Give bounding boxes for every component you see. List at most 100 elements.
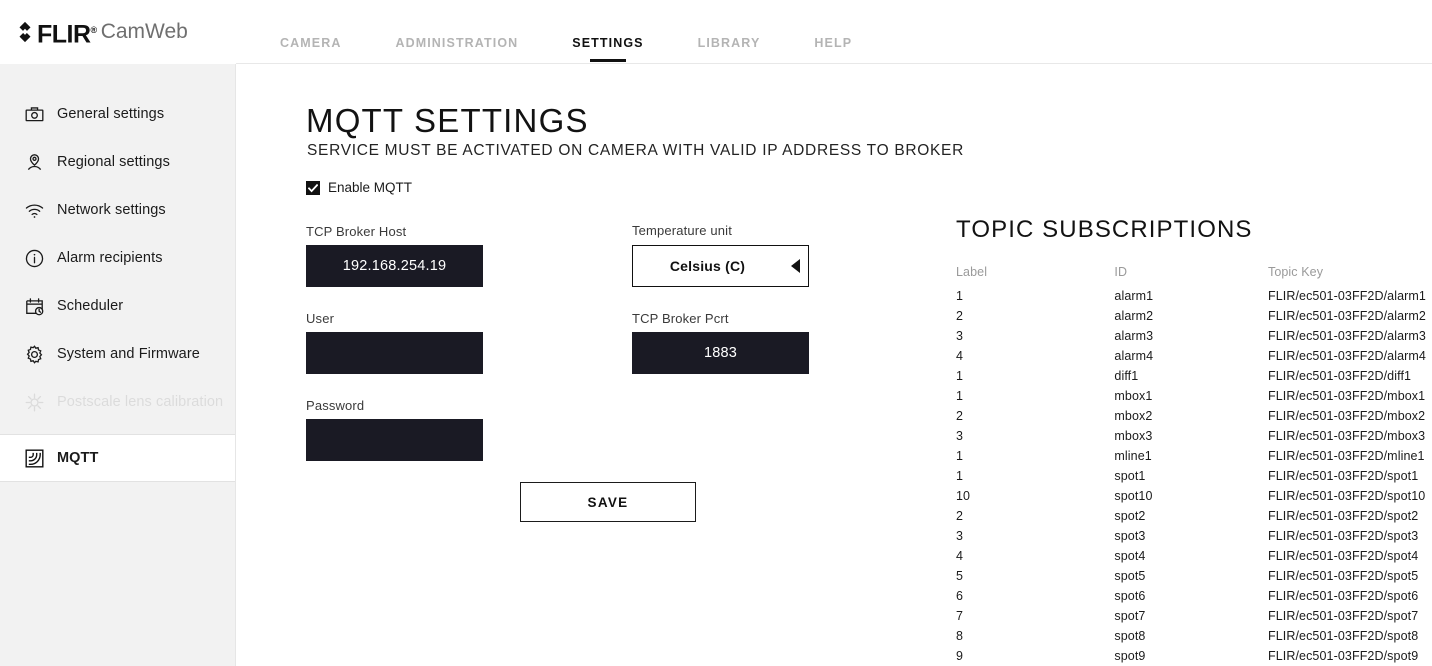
table-body: 1 alarm1 FLIR/ec501-03FF2D/alarm1 2 alarm2 FL… — [956, 286, 1426, 666]
check-icon — [308, 183, 318, 192]
password-input[interactable] — [306, 419, 483, 461]
topic-subscriptions-table: Label ID Topic Key 1 alarm1 FLIR/ec501-03F… — [956, 265, 1426, 666]
subscription-topic-key-cell: FLIR/ec501-03FF2D/spot2 — [1267, 509, 1419, 523]
table-row: 1 alarm1 FLIR/ec501-03FF2D/alarm1 — [956, 286, 1426, 306]
table-row: 1 mbox1 FLIR/ec501-03FF2D/mbox1 — [956, 386, 1426, 406]
subscription-topic-key-cell: FLIR/ec501-03FF2D/alarm3 — [1267, 329, 1426, 343]
subscription-topic-key-cell: FLIR/ec501-03FF2D/diff1 — [1267, 369, 1412, 383]
table-row: 8 spot8 FLIR/ec501-03FF2D/spot8 — [956, 626, 1426, 646]
sidebar-item-system-and-firmware[interactable]: System and Firmware — [0, 330, 235, 378]
save-button[interactable]: SAVE — [520, 482, 696, 522]
enable-mqtt-label: Enable MQTT — [328, 180, 413, 195]
subscription-topic-key-cell: FLIR/ec501-03FF2D/alarm4 — [1267, 349, 1426, 363]
sidebar-item-label: General settings — [57, 106, 165, 122]
top-bar: FLIR® CamWeb CAMERA ADMINISTRATION SETTI… — [0, 0, 1432, 64]
broker-host-value: 192.168.254.19 — [342, 258, 447, 274]
sidebar-item-label: Postscale lens calibration — [57, 394, 224, 410]
subscription-topic-key-cell: FLIR/ec501-03FF2D/spot9 — [1267, 649, 1419, 663]
camera-icon — [25, 106, 44, 121]
table-row: 2 spot2 FLIR/ec501-03FF2D/spot2 — [956, 506, 1426, 526]
subscription-topic-key-cell: FLIR/ec501-03FF2D/spot3 — [1267, 529, 1419, 543]
content-area: MQTT SETTINGS SERVICE MUST BE ACTIVATED … — [236, 64, 1432, 666]
table-row: 4 alarm4 FLIR/ec501-03FF2D/alarm4 — [956, 346, 1426, 366]
wifi-icon — [25, 203, 44, 218]
enable-mqtt-row[interactable]: Enable MQTT — [306, 180, 412, 195]
brand-logo[interactable]: FLIR® CamWeb — [14, 19, 188, 47]
subscription-topic-key-cell: FLIR/ec501-03FF2D/spot7 — [1267, 609, 1419, 623]
password-label: Password — [306, 398, 365, 413]
sidebar-item-label: Regional settings — [57, 154, 170, 170]
subscription-topic-key-cell: FLIR/ec501-03FF2D/mbox1 — [1267, 389, 1426, 403]
table-row: 9 spot9 FLIR/ec501-03FF2D/spot9 — [956, 646, 1426, 666]
subscription-label-cell: 3 — [956, 529, 964, 543]
mqtt-signal-icon — [25, 448, 44, 468]
broker-port-input[interactable]: 1883 — [632, 332, 809, 374]
subscription-id-cell: diff1 — [1114, 369, 1139, 383]
table-row: 10 spot10 FLIR/ec501-03FF2D/spot10 — [956, 486, 1426, 506]
subscription-id-cell: spot10 — [1114, 489, 1153, 503]
subscription-label-cell: 8 — [956, 629, 964, 643]
sidebar-item-label: Scheduler — [57, 298, 124, 314]
nav-tab-library[interactable]: LIBRARY — [698, 36, 761, 62]
subscription-label-cell: 1 — [956, 289, 964, 303]
subscription-id-cell: spot3 — [1114, 529, 1146, 543]
table-row: 4 spot4 FLIR/ec501-03FF2D/spot4 — [956, 546, 1426, 566]
subscription-id-cell: mline1 — [1114, 449, 1152, 463]
nav-tab-settings[interactable]: SETTINGS — [572, 36, 643, 62]
main-navigation: CAMERA ADMINISTRATION SETTINGS LIBRARY H… — [280, 36, 852, 62]
sidebar-item-mqtt[interactable]: MQTT — [0, 434, 235, 482]
subscription-label-cell: 9 — [956, 649, 964, 663]
table-row: 3 mbox3 FLIR/ec501-03FF2D/mbox3 — [956, 426, 1426, 446]
user-input[interactable] — [306, 332, 483, 374]
broker-port-label: TCP Broker Pcrt — [632, 311, 729, 326]
sidebar-item-network-settings[interactable]: Network settings — [0, 186, 235, 234]
subscription-id-cell: mbox2 — [1114, 409, 1153, 423]
temperature-unit-label: Temperature unit — [632, 223, 732, 238]
subscription-id-cell: alarm4 — [1114, 349, 1154, 363]
table-row: 2 alarm2 FLIR/ec501-03FF2D/alarm2 — [956, 306, 1426, 326]
brand-trademark: ® — [90, 24, 98, 35]
temperature-unit-value: Celsius (C) — [669, 258, 746, 274]
nav-tab-camera[interactable]: CAMERA — [280, 36, 341, 62]
subscription-topic-key-cell: FLIR/ec501-03FF2D/alarm1 — [1267, 289, 1426, 303]
enable-mqtt-checkbox[interactable] — [306, 180, 320, 195]
subscription-id-cell: mbox1 — [1114, 389, 1153, 403]
sidebar-item-postscale-lens-calibration: Postscale lens calibration — [0, 378, 235, 426]
sidebar-item-label: MQTT — [57, 450, 99, 466]
subscription-label-cell: 2 — [956, 409, 964, 423]
subscription-label-cell: 1 — [956, 369, 964, 383]
subscription-topic-key-cell: FLIR/ec501-03FF2D/mbox2 — [1267, 409, 1426, 423]
sidebar-item-general-settings[interactable]: General settings — [0, 90, 235, 138]
sidebar-item-scheduler[interactable]: Scheduler — [0, 282, 235, 330]
table-row: 7 spot7 FLIR/ec501-03FF2D/spot7 — [956, 606, 1426, 626]
temperature-unit-select[interactable]: Celsius (C) — [632, 245, 809, 287]
subscription-label-cell: 6 — [956, 589, 964, 603]
table-row: 5 spot5 FLIR/ec501-03FF2D/spot5 — [956, 566, 1426, 586]
subscription-id-cell: spot1 — [1114, 469, 1146, 483]
table-header-row: Label ID Topic Key — [956, 265, 1426, 286]
page-subtitle: SERVICE MUST BE ACTIVATED ON CAMERA WITH… — [307, 142, 964, 159]
subscription-topic-key-cell: FLIR/ec501-03FF2D/spot4 — [1267, 549, 1419, 563]
nav-tab-administration[interactable]: ADMINISTRATION — [395, 36, 518, 62]
location-pin-icon — [27, 153, 42, 170]
info-circle-icon — [25, 249, 44, 267]
caret-left-icon — [782, 259, 808, 273]
topic-subscriptions-title: TOPIC SUBSCRIPTIONS — [956, 216, 1253, 243]
table-row: 1 diff1 FLIR/ec501-03FF2D/diff1 — [956, 366, 1426, 386]
sidebar-item-regional-settings[interactable]: Regional settings — [0, 138, 235, 186]
subscription-label-cell: 3 — [956, 329, 964, 343]
sidebar-item-alarm-recipients[interactable]: Alarm recipients — [0, 234, 235, 282]
broker-host-input[interactable]: 192.168.254.19 — [306, 245, 483, 287]
brand-product: CamWeb — [100, 20, 188, 43]
subscription-id-cell: alarm1 — [1114, 289, 1154, 303]
settings-sidebar: General settings Regional settings Netwo… — [0, 64, 236, 666]
subscription-id-cell: spot4 — [1114, 549, 1146, 563]
broker-host-label: TCP Broker Host — [306, 224, 407, 239]
user-label: User — [306, 311, 335, 326]
subscription-topic-key-cell: FLIR/ec501-03FF2D/alarm2 — [1267, 309, 1426, 323]
topic-subscriptions-panel: TOPIC SUBSCRIPTIONS Label ID Topic Key 1… — [956, 216, 1426, 666]
nav-tab-help[interactable]: HELP — [814, 36, 852, 62]
subscription-topic-key-cell: FLIR/ec501-03FF2D/spot6 — [1267, 589, 1419, 603]
subscription-topic-key-cell: FLIR/ec501-03FF2D/spot1 — [1267, 469, 1419, 483]
subscription-label-cell: 4 — [956, 349, 964, 363]
